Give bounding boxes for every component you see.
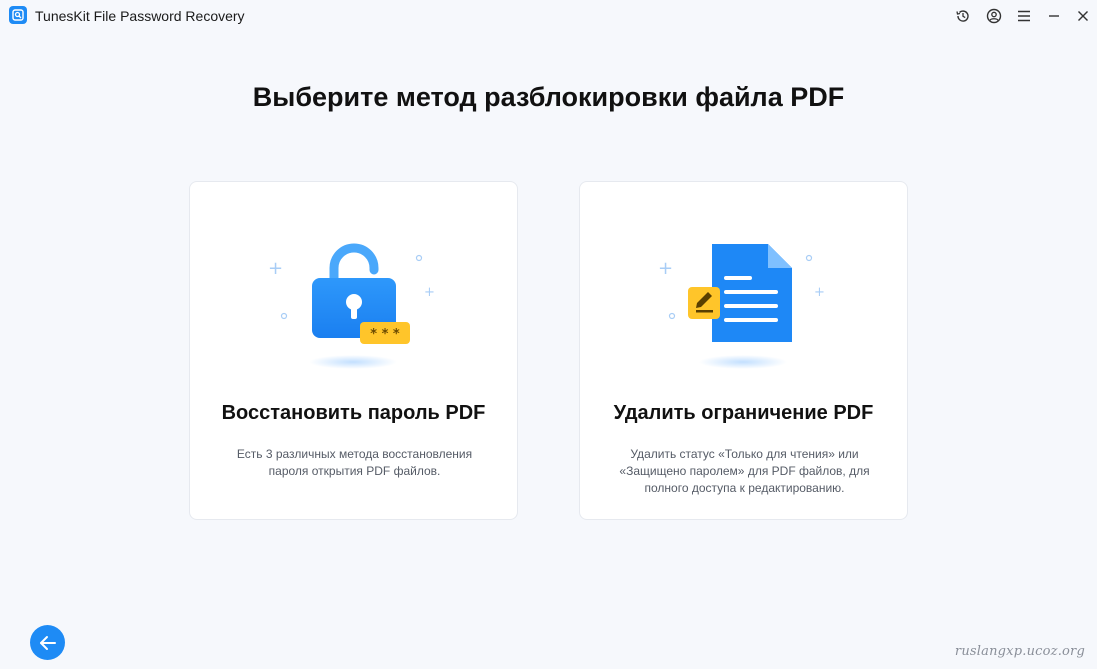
minimize-icon[interactable] xyxy=(1044,6,1064,26)
title-bar: TunesKit File Password Recovery xyxy=(0,0,1097,32)
svg-text:+: + xyxy=(814,285,825,300)
close-icon[interactable] xyxy=(1073,6,1093,26)
remove-restriction-title: Удалить ограничение PDF xyxy=(613,402,874,424)
history-icon[interactable] xyxy=(953,6,973,26)
password-badge-text: * * * xyxy=(370,327,400,342)
remove-restriction-card[interactable]: + + Удалить ограничение PDF Удалить стат… xyxy=(579,181,908,520)
account-icon[interactable] xyxy=(984,6,1004,26)
svg-text:+: + xyxy=(658,258,673,279)
app-logo-icon xyxy=(9,6,27,24)
svg-text:+: + xyxy=(424,285,435,300)
arrow-left-icon xyxy=(39,635,56,650)
recover-password-description: Есть 3 различных метода восстановления п… xyxy=(236,447,473,478)
remove-restriction-description: Удалить статус «Только для чтения» или «… xyxy=(619,447,870,495)
recover-password-card[interactable]: + + * * * Восстановить пароль PDF Есть 3… xyxy=(189,181,518,520)
unlock-padlock-icon: + + * * * xyxy=(254,230,454,380)
watermark: ruslangxp.ucoz.org xyxy=(954,644,1085,659)
app-title: TunesKit File Password Recovery xyxy=(35,8,245,24)
back-button[interactable] xyxy=(30,625,65,660)
document-edit-icon: + + xyxy=(644,230,844,380)
svg-text:+: + xyxy=(268,258,283,279)
menu-icon[interactable] xyxy=(1014,6,1034,26)
app-window: TunesKit File Password Recovery Выберите… xyxy=(0,0,1097,669)
page-title: Выберите метод разблокировки файла PDF xyxy=(252,82,845,112)
recover-password-title: Восстановить пароль PDF xyxy=(221,402,486,424)
